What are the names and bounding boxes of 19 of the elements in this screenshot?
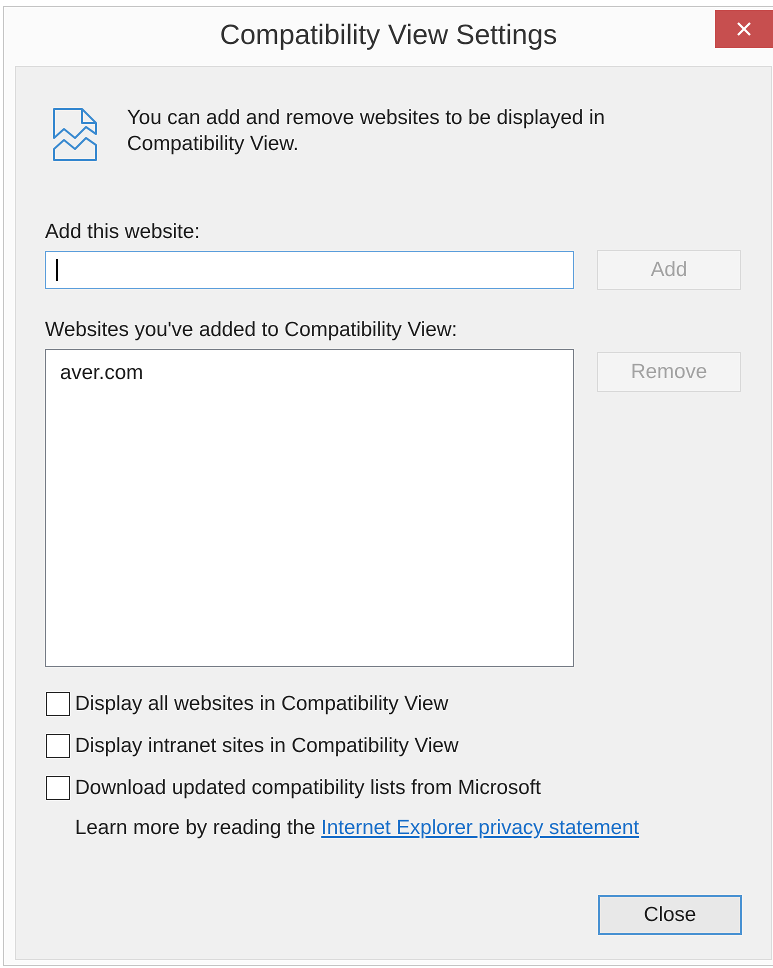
window-title: Compatibility View Settings <box>220 18 558 50</box>
privacy-link[interactable]: Internet Explorer privacy statement <box>321 816 640 839</box>
list-label: Websites you've added to Compatibility View: <box>45 318 458 342</box>
privacy-note: Learn more by reading the Internet Explorer privacy statement <box>75 816 640 840</box>
checkbox[interactable] <box>46 692 70 716</box>
checkbox[interactable] <box>46 734 70 758</box>
checkbox-label: Display all websites in Compatibility View <box>75 692 448 716</box>
close-icon <box>737 22 751 36</box>
checkbox-label: Download updated compatibility lists from Microsoft <box>75 776 541 800</box>
close-dialog-button[interactable]: Close <box>598 895 742 935</box>
close-button[interactable] <box>715 10 773 48</box>
checkbox-label: Display intranet sites in Compatibility View <box>75 734 459 758</box>
intro-text: You can add and remove websites to be displayed in Compatibility View. <box>127 105 606 157</box>
field-label: Add this website: <box>45 220 200 244</box>
input-field[interactable] <box>45 251 574 289</box>
list-item[interactable]: aver.com <box>58 360 146 386</box>
checkbox[interactable] <box>46 776 70 800</box>
broken-page-icon <box>52 107 98 162</box>
text-cursor-icon <box>56 259 58 281</box>
